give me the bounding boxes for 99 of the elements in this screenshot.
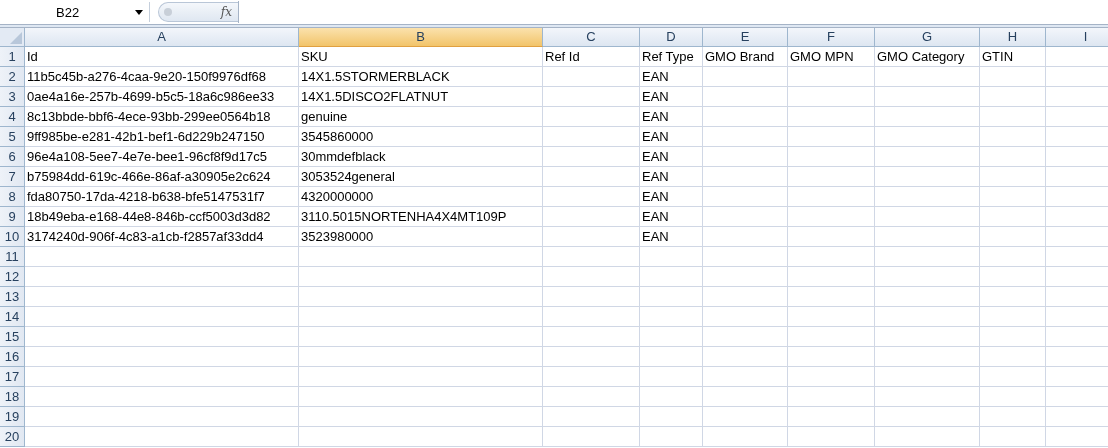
table-cell: b75984dd-619c-466e-86af-a30905e2c624: [25, 167, 299, 187]
table-cell: EAN: [640, 147, 703, 167]
column-header[interactable]: G: [875, 28, 980, 47]
table-cell: 3053524general: [299, 167, 543, 187]
table-cell: EAN: [640, 187, 703, 207]
row-header[interactable]: 8: [0, 187, 25, 207]
table-cell: GMO Brand: [703, 47, 788, 67]
table-cell: [980, 427, 1046, 447]
table-cell: 30mmdefblack: [299, 147, 543, 167]
table-cell: [980, 107, 1046, 127]
table-cell: [980, 347, 1046, 367]
row-header[interactable]: 16: [0, 347, 25, 367]
table-cell: [640, 427, 703, 447]
table-cell: [980, 367, 1046, 387]
table-cell: EAN: [640, 227, 703, 247]
table-cell: 3110.5015NORTENHA4X4MT109P: [299, 207, 543, 227]
table-cell: Ref Id: [543, 47, 640, 67]
row-header[interactable]: 18: [0, 387, 25, 407]
column-header[interactable]: H: [980, 28, 1046, 47]
table-cell: 3174240d-906f-4c83-a1cb-f2857af33dd4: [25, 227, 299, 247]
column-header[interactable]: I: [1046, 28, 1108, 47]
row-header[interactable]: 6: [0, 147, 25, 167]
table-cell: [980, 307, 1046, 327]
table-cell: [640, 307, 703, 327]
table-cell: [980, 87, 1046, 107]
row-header[interactable]: 3: [0, 87, 25, 107]
column-header[interactable]: A: [25, 28, 299, 47]
table-cell: GTIN: [980, 47, 1046, 67]
table-cell: [980, 227, 1046, 247]
table-cell: 8c13bbde-bbf6-4ece-93bb-299ee0564b18: [25, 107, 299, 127]
table-cell: [980, 207, 1046, 227]
table-cell: EAN: [640, 127, 703, 147]
table-cell: [980, 247, 1046, 267]
table-cell: 3545860000: [299, 127, 543, 147]
row-header[interactable]: 17: [0, 367, 25, 387]
row-header[interactable]: 2: [0, 67, 25, 87]
table-cell: EAN: [640, 67, 703, 87]
table-cell: 0ae4a16e-257b-4699-b5c5-18a6c986ee33: [25, 87, 299, 107]
column-header[interactable]: D: [640, 28, 703, 47]
table-cell: [640, 267, 703, 287]
name-box[interactable]: B22: [0, 2, 150, 22]
table-cell: genuine: [299, 107, 543, 127]
caret-icon[interactable]: [135, 9, 143, 15]
row-header[interactable]: 14: [0, 307, 25, 327]
column-header[interactable]: F: [788, 28, 875, 47]
table-cell: EAN: [640, 87, 703, 107]
table-cell: [980, 327, 1046, 347]
table-cell: [640, 367, 703, 387]
table-cell: [640, 287, 703, 307]
table-cell: 4320000000: [299, 187, 543, 207]
grip-icon: [163, 7, 173, 17]
table-cell: [980, 147, 1046, 167]
table-cell: [980, 127, 1046, 147]
table-cell: Id: [25, 47, 299, 67]
row-header[interactable]: 4: [0, 107, 25, 127]
table-cell: [980, 407, 1046, 427]
row-header[interactable]: 12: [0, 267, 25, 287]
row-header[interactable]: 15: [0, 327, 25, 347]
table-cell: [640, 327, 703, 347]
row-header[interactable]: 10: [0, 227, 25, 247]
table-cell: 9ff985be-e281-42b1-bef1-6d229b247150: [25, 127, 299, 147]
table-cell: [980, 167, 1046, 187]
table-cell: EAN: [640, 107, 703, 127]
table-cell: [640, 387, 703, 407]
table-cell: 96e4a108-5ee7-4e7e-bee1-96cf8f9d17c5: [25, 147, 299, 167]
table-cell: [640, 347, 703, 367]
row-header[interactable]: 19: [0, 407, 25, 427]
table-cell: Ref Type: [640, 47, 703, 67]
table-cell: GMO Category: [875, 47, 980, 67]
table-cell: [980, 387, 1046, 407]
table-cell: [980, 267, 1046, 287]
table-cell: 14X1.5DISCO2FLATNUT: [299, 87, 543, 107]
insert-function-button[interactable]: fx: [220, 5, 232, 19]
table-cell: 11b5c45b-a276-4caa-9e20-150f9976df68: [25, 67, 299, 87]
table-cell: [980, 287, 1046, 307]
table-cell: 3523980000: [299, 227, 543, 247]
table-cell: SKU: [299, 47, 543, 67]
row-header[interactable]: 11: [0, 247, 25, 267]
row-header[interactable]: 7: [0, 167, 25, 187]
row-header[interactable]: 9: [0, 207, 25, 227]
row-header[interactable]: 20: [0, 427, 25, 447]
table-cell: [640, 407, 703, 427]
row-header[interactable]: 13: [0, 287, 25, 307]
table-cell: [980, 187, 1046, 207]
table-cell: GMO MPN: [788, 47, 875, 67]
table-cell: 14X1.5STORMERBLACK: [299, 67, 543, 87]
row-header[interactable]: 1: [0, 47, 25, 67]
column-header[interactable]: C: [543, 28, 640, 47]
table-cell: EAN: [640, 207, 703, 227]
column-header[interactable]: B: [299, 28, 543, 47]
table-cell: EAN: [640, 167, 703, 187]
table-cell: 18b49eba-e168-44e8-846b-ccf5003d3d82: [25, 207, 299, 227]
column-header[interactable]: E: [703, 28, 788, 47]
table-cell: [640, 247, 703, 267]
table-cell: fda80750-17da-4218-b638-bfe5147531f7: [25, 187, 299, 207]
corner-triangle-icon: [10, 32, 22, 44]
select-all-button[interactable]: [0, 28, 25, 47]
row-header[interactable]: 5: [0, 127, 25, 147]
table-cell: [980, 67, 1046, 87]
